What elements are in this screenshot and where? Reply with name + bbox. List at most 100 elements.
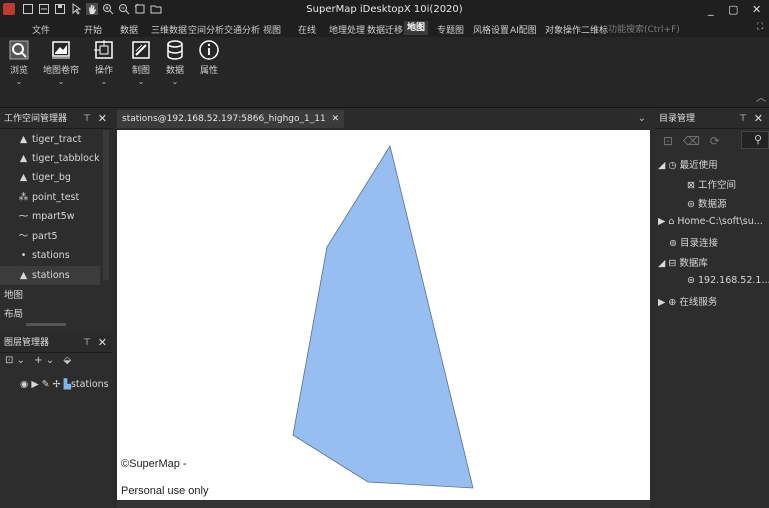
menu-bar: 文件 开始 数据 三维数据 空间分析 交通分析 视图 在线 地理处理 数据迁移 …	[0, 20, 769, 37]
station-polygon[interactable]	[292, 144, 474, 489]
tree-item-mpart5w[interactable]: ⁓ mpart5w	[18, 207, 75, 226]
menu-online[interactable]: 在线	[298, 23, 316, 36]
drawing-button[interactable]: 制图 ⌄	[126, 39, 156, 86]
data-button[interactable]: 数据 ⌄	[160, 39, 190, 86]
map-swipe-button[interactable]: 地图卷帘 ⌄	[38, 39, 84, 86]
menu-style-settings[interactable]: 风格设置	[473, 23, 509, 36]
catalog-home[interactable]: ▶ ⌂ Home-C:\soft\su...	[658, 216, 763, 227]
menu-ai-mapping[interactable]: AI配图	[510, 23, 537, 36]
restore-button[interactable]: ▢	[728, 3, 738, 16]
menu-data-migration[interactable]: 数据迁移	[367, 23, 403, 36]
map-document-tab[interactable]: stations@192.168.52.197:5866_highgo_1_11…	[117, 110, 345, 128]
delete-icon[interactable]: ⌫	[683, 134, 700, 148]
tree-item-tiger-tabblock[interactable]: ▲ tiger_tabblock	[18, 149, 100, 168]
menu-view[interactable]: 视图	[263, 23, 281, 36]
datasource-icon: ⊜	[687, 199, 695, 210]
operate-button[interactable]: 操作 ⌄	[90, 39, 118, 86]
catalog-link[interactable]: ⊚ 目录连接	[669, 235, 718, 249]
layer-item-stations[interactable]: ◉ ▶ ✎ ✢ ▙stations	[20, 375, 109, 394]
chevron-down-icon[interactable]: ⌄	[38, 77, 84, 86]
collapse-ribbon-icon[interactable]: ︿	[756, 89, 766, 104]
catalog-search-button[interactable]: ⚲	[741, 131, 769, 149]
catalog-db-host[interactable]: ⊜ 192.168.52.1...	[687, 275, 769, 286]
catalog-database[interactable]: ◢ ⊟ 数据库	[658, 255, 708, 269]
point-dataset-icon: •	[20, 250, 27, 261]
layer-toolbar: ⊡ ⌄ + ⌄ ⬙	[5, 355, 71, 366]
tree-item-stations-region[interactable]: ▲ stations	[0, 266, 100, 285]
refresh-icon[interactable]: ⟳	[710, 134, 720, 148]
function-search-input[interactable]: 功能搜索(Ctrl+F)	[608, 22, 753, 35]
close-icon[interactable]: ✕	[754, 110, 763, 128]
catalog-manager-header: 目录管理 ⊤ ✕	[655, 110, 769, 129]
browse-button[interactable]: 浏览 ⌄	[4, 39, 34, 86]
visibility-eye-icon[interactable]: ◉	[20, 379, 28, 390]
chevron-down-icon[interactable]: ⌄	[4, 77, 34, 86]
tree-item-maps[interactable]: 地图	[4, 286, 23, 305]
workspace-manager-header: 工作空间管理器 ⊤ ✕	[0, 110, 113, 129]
search-icon: ⚲	[754, 133, 763, 146]
expand-icon[interactable]: ⛶	[757, 22, 763, 32]
line-dataset-icon: ⁓	[18, 211, 29, 222]
chevron-down-icon[interactable]: ⌄	[90, 77, 118, 86]
catalog-workspace-label: 工作空间	[698, 180, 737, 191]
attribute-button[interactable]: 属性	[194, 39, 224, 76]
pin-icon[interactable]: ⊤	[83, 110, 91, 128]
add-icon[interactable]: +	[34, 355, 42, 366]
close-window-button[interactable]: ✕	[752, 3, 761, 16]
menu-thematic-map[interactable]: 专题图	[437, 23, 464, 36]
minimize-button[interactable]: _	[708, 3, 714, 16]
chevron-down-icon[interactable]: ⌄	[126, 77, 156, 86]
edit-icon[interactable]: ✎	[42, 379, 50, 390]
status-bar	[117, 500, 650, 508]
close-tab-icon[interactable]: ✕	[332, 114, 340, 124]
menu-2d-label[interactable]: 二维标	[581, 23, 608, 36]
menu-geoprocessing[interactable]: 地理处理	[329, 23, 365, 36]
catalog-recent[interactable]: ◢ ◷ 最近使用	[658, 157, 718, 171]
catalog-link-label: 目录连接	[680, 238, 719, 249]
data-label: 数据	[165, 66, 184, 76]
expand-arrow-icon[interactable]: ▶	[31, 379, 38, 390]
tree-item-tiger-bg[interactable]: ▲ tiger_bg	[18, 168, 71, 187]
menu-data[interactable]: 数据	[120, 23, 138, 36]
tree-item-tiger-tract[interactable]: ▲ tiger_tract	[18, 130, 81, 149]
menu-map[interactable]: 地图	[404, 21, 429, 35]
menu-object-operations[interactable]: 对象操作	[545, 23, 581, 36]
pin-icon[interactable]: ⊤	[83, 334, 91, 352]
add-layer-icon[interactable]: ⊡	[5, 355, 13, 366]
catalog-online[interactable]: ▶ ⊕ 在线服务	[658, 294, 717, 308]
tree-item-stations-point[interactable]: • stations	[18, 246, 70, 265]
layer-manager-panel: 图层管理器 ⊤ ✕ ⊡ ⌄ + ⌄ ⬙ ◉ ▶ ✎ ✢ ▙stations	[0, 334, 113, 508]
tree-item-point-test[interactable]: ⁂ point_test	[18, 188, 79, 207]
layer-style-icon[interactable]: ⬙	[63, 355, 71, 366]
menu-spatial-analysis[interactable]: 空间分析	[188, 23, 224, 36]
globe-icon: ⊕	[668, 297, 677, 308]
menu-traffic-analysis[interactable]: 交通分析	[224, 23, 260, 36]
map-credit-line2: Personal use only	[121, 485, 209, 497]
menu-3d-data[interactable]: 三维数据	[151, 23, 187, 36]
tree-item-layouts[interactable]: 布局	[4, 305, 23, 324]
chevron-down-icon[interactable]: ⌄	[160, 77, 190, 86]
pin-icon[interactable]: ⊤	[739, 110, 747, 128]
menu-file[interactable]: 文件	[32, 23, 50, 36]
vertical-scrollbar[interactable]	[103, 130, 109, 280]
close-icon[interactable]: ✕	[98, 334, 107, 352]
snap-icon[interactable]: ✢	[53, 379, 61, 390]
expand-arrow-icon[interactable]: ◢	[658, 258, 665, 269]
catalog-workspace[interactable]: ⊠ 工作空间	[687, 177, 736, 191]
expand-arrow-icon[interactable]: ▶	[658, 216, 665, 227]
tree-item-part5[interactable]: 〜 part5	[18, 227, 58, 246]
catalog-datasource[interactable]: ⊜ 数据源	[687, 196, 727, 210]
expand-arrow-icon[interactable]: ◢	[658, 160, 665, 171]
new-folder-icon[interactable]: ⊡	[663, 134, 673, 148]
catalog-toolbar: ⊡ ⌫ ⟳	[663, 134, 720, 148]
tab-list-chevron-icon[interactable]: ⌄	[638, 113, 646, 124]
chevron-down-icon[interactable]: ⌄	[46, 355, 54, 366]
menu-start[interactable]: 开始	[84, 23, 102, 36]
horizontal-scrollbar[interactable]	[26, 323, 66, 326]
chevron-down-icon[interactable]: ⌄	[17, 355, 25, 366]
attribute-label: 属性	[199, 66, 218, 76]
expand-arrow-icon[interactable]: ▶	[658, 297, 665, 308]
map-canvas[interactable]: ©SuperMap - Personal use only	[117, 130, 650, 500]
tree-item-label: stations	[32, 270, 70, 281]
close-icon[interactable]: ✕	[98, 110, 107, 128]
